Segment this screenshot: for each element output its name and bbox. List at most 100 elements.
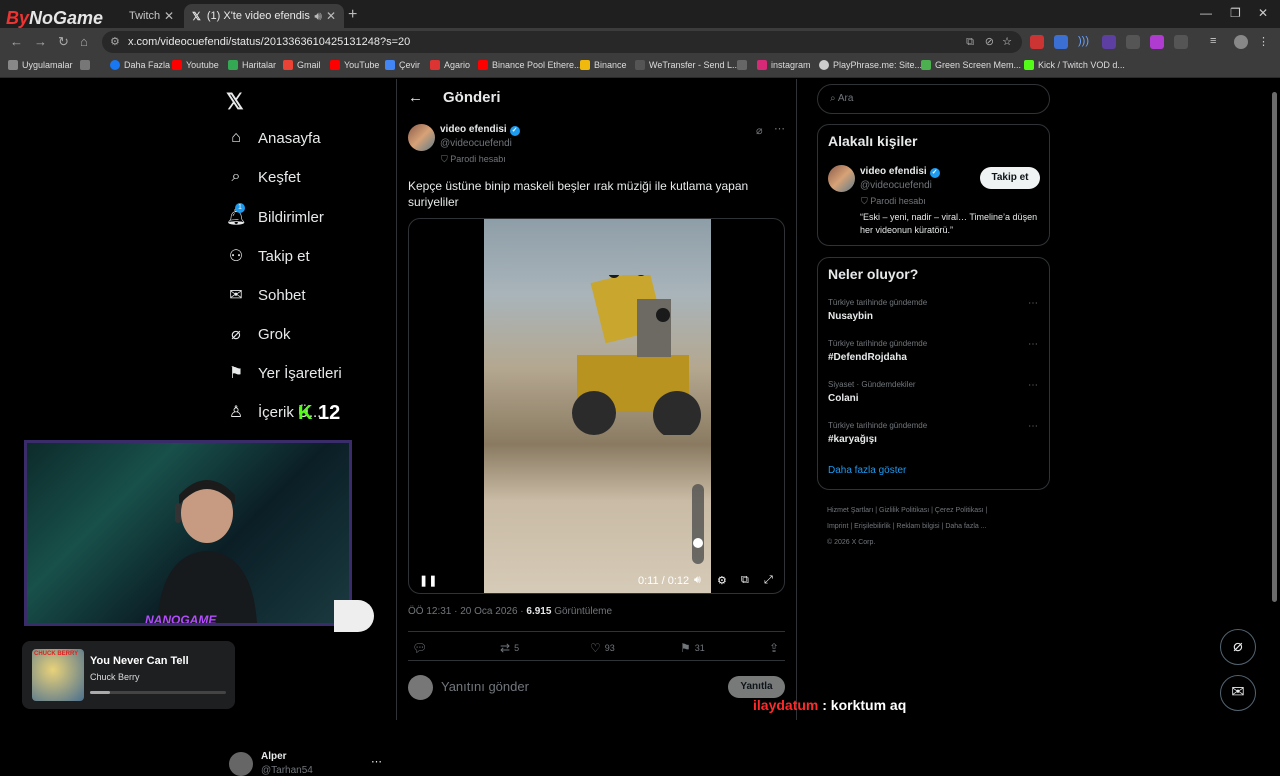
extension-icon[interactable]: [1126, 35, 1140, 49]
close-window-icon[interactable]: ✕: [1258, 6, 1268, 20]
volume-icon[interactable]: 🔊︎: [694, 574, 701, 587]
bookmark-action[interactable]: ⚑ 31: [680, 641, 705, 655]
sidebar-item-grok[interactable]: ⌀ Grok: [226, 324, 290, 344]
bookmark-item[interactable]: Binance: [580, 60, 627, 70]
close-tab-icon[interactable]: ✕: [326, 9, 336, 23]
grok-fab-icon[interactable]: ⌀: [1220, 629, 1256, 665]
share-action[interactable]: ⇪: [769, 641, 783, 655]
sidebar-item-explore[interactable]: ⌕ Keşfet: [226, 168, 301, 186]
follow-button[interactable]: Takip et: [980, 167, 1040, 189]
show-more-link[interactable]: Daha fazla göster: [828, 465, 906, 476]
extension-icon[interactable]: [1102, 35, 1116, 49]
back-icon[interactable]: ←: [10, 34, 23, 49]
profile-avatar[interactable]: [1234, 35, 1248, 49]
volume-knob[interactable]: [693, 538, 703, 549]
more-options-icon[interactable]: ⋯: [371, 755, 382, 768]
install-icon[interactable]: ⧉: [966, 31, 974, 53]
footer-link[interactable]: Daha fazla ...: [945, 523, 986, 530]
media-control-icon[interactable]: ≡: [1210, 35, 1224, 49]
related-name[interactable]: video efendisi ✓: [860, 166, 940, 178]
back-arrow-icon[interactable]: ←: [408, 89, 423, 106]
bookmark-item[interactable]: Daha Fazla: [110, 60, 170, 70]
like-action[interactable]: ♡ 93: [590, 641, 615, 655]
bookmark-item[interactable]: Uygulamalar: [8, 60, 73, 70]
more-options-icon[interactable]: ⋯: [1028, 421, 1038, 432]
fullscreen-icon[interactable]: ⤢: [764, 574, 773, 587]
related-handle[interactable]: @videocuefendi: [860, 180, 932, 191]
new-tab-button[interactable]: +: [348, 6, 357, 24]
footer-link[interactable]: Imprint: [827, 523, 848, 530]
bookmark-item[interactable]: Gmail: [283, 60, 321, 70]
bookmark-item[interactable]: Kick / Twitch VOD d...: [1024, 60, 1125, 70]
page-scrollbar[interactable]: [1270, 80, 1278, 602]
sidebar-item-follow[interactable]: ⚇ Takip et: [226, 246, 310, 266]
messages-fab-icon[interactable]: ✉: [1220, 675, 1256, 711]
bookmark-item[interactable]: Youtube: [172, 60, 219, 70]
more-options-icon[interactable]: ⋯: [1028, 298, 1038, 309]
scrollbar-thumb[interactable]: [1272, 92, 1277, 602]
bookmark-item[interactable]: Binance Pool Ethere...: [478, 60, 582, 70]
sidebar-item-home[interactable]: ⌂ Anasayfa: [226, 129, 320, 147]
site-info-icon[interactable]: ⚙: [110, 31, 120, 53]
volume-slider[interactable]: [692, 484, 704, 564]
trend-item[interactable]: Türkiye tarihinde gündemde #DefendRojdaha: [828, 339, 927, 363]
menu-icon[interactable]: ⋮: [1258, 35, 1272, 49]
footer-link[interactable]: Reklam bilgisi: [896, 523, 939, 530]
minimize-icon[interactable]: —: [1200, 6, 1212, 20]
more-options-icon[interactable]: ⋯: [774, 122, 785, 135]
restore-icon[interactable]: ❐: [1230, 6, 1241, 20]
star-icon[interactable]: ☆: [1002, 31, 1012, 53]
extension-icon[interactable]: [1150, 35, 1164, 49]
close-tab-icon[interactable]: ✕: [164, 9, 174, 23]
bookmark-item[interactable]: instagram: [757, 60, 811, 70]
pip-icon[interactable]: ⧉: [741, 574, 749, 587]
wifi-extension-icon[interactable]: ))): [1078, 35, 1092, 49]
translate-extension-icon[interactable]: [1054, 35, 1068, 49]
trend-item[interactable]: Türkiye tarihinde gündemde Nusaybin: [828, 298, 927, 322]
reload-icon[interactable]: ↻: [58, 34, 69, 50]
footer-link[interactable]: Çerez Politikası: [935, 507, 984, 514]
bookmark-item[interactable]: PlayPhrase.me: Site...: [819, 60, 922, 70]
sidebar-item-notifications[interactable]: 🔔︎ 1 Bildirimler: [226, 203, 324, 227]
footer-link[interactable]: Hizmet Şartları: [827, 507, 873, 514]
address-bar[interactable]: ⚙ x.com/videocuefendi/status/20133636104…: [102, 31, 1022, 53]
bookmark-item[interactable]: WeTransfer - Send L...: [635, 60, 740, 70]
author-name[interactable]: video efendisi ✓: [440, 124, 520, 136]
more-options-icon[interactable]: ⋯: [1028, 339, 1038, 350]
sidebar-item-chat[interactable]: ✉ Sohbet: [226, 285, 305, 305]
author-avatar[interactable]: [408, 124, 435, 151]
footer-link[interactable]: Gizlilik Politikası: [879, 507, 929, 514]
x-logo-icon[interactable]: 𝕏: [226, 89, 244, 115]
eye-off-icon[interactable]: ⊘: [985, 31, 994, 53]
forward-icon[interactable]: →: [34, 34, 47, 49]
settings-icon[interactable]: ⚙: [717, 574, 727, 587]
search-input[interactable]: ⌕ Ara: [817, 84, 1050, 114]
more-options-icon[interactable]: ⋯: [1028, 380, 1038, 391]
video-player[interactable]: ❚❚ 0:11 / 0:12 🔊︎ ⚙ ⧉ ⤢: [408, 218, 785, 594]
bookmark-item[interactable]: [737, 60, 751, 70]
footer-link[interactable]: Erişilebilirlik: [854, 523, 891, 530]
related-avatar[interactable]: [828, 165, 855, 192]
video-frame[interactable]: [484, 219, 711, 593]
pause-icon[interactable]: ❚❚: [419, 574, 437, 587]
bookmark-item[interactable]: Agario: [430, 60, 470, 70]
author-handle[interactable]: @videocuefendi: [440, 138, 512, 149]
tab-x-post[interactable]: 𝕏 (1) X'te video efendisi: "Kep 🔊︎ ✕: [184, 4, 344, 28]
reply-action[interactable]: 💬︎: [412, 641, 431, 655]
reply-input[interactable]: Yanıtını gönder: [441, 679, 529, 694]
home-icon[interactable]: ⌂: [80, 34, 88, 49]
apps-grid-icon[interactable]: [80, 60, 94, 70]
trend-item[interactable]: Siyaset · Gündemdekiler Colani: [828, 380, 916, 404]
trend-item[interactable]: Türkiye tarihinde gündemde #karyağışı: [828, 421, 927, 445]
puzzle-icon[interactable]: [1174, 35, 1188, 49]
bookmark-item[interactable]: Çevir: [385, 60, 420, 70]
sidebar-item-bookmarks[interactable]: ⚑ Yer İşaretleri: [226, 363, 342, 383]
reply-button[interactable]: Yanıtla: [728, 676, 785, 698]
bookmark-item[interactable]: YouTube: [330, 60, 379, 70]
extension-icon[interactable]: [1030, 35, 1044, 49]
bookmark-item[interactable]: Haritalar: [228, 60, 276, 70]
bookmark-item[interactable]: Green Screen Mem...: [921, 60, 1021, 70]
retweet-action[interactable]: ⇄ 5: [500, 641, 519, 655]
grok-action-icon[interactable]: ⌀: [756, 124, 763, 137]
tab-twitch[interactable]: Twitch ✕: [6, 4, 182, 28]
